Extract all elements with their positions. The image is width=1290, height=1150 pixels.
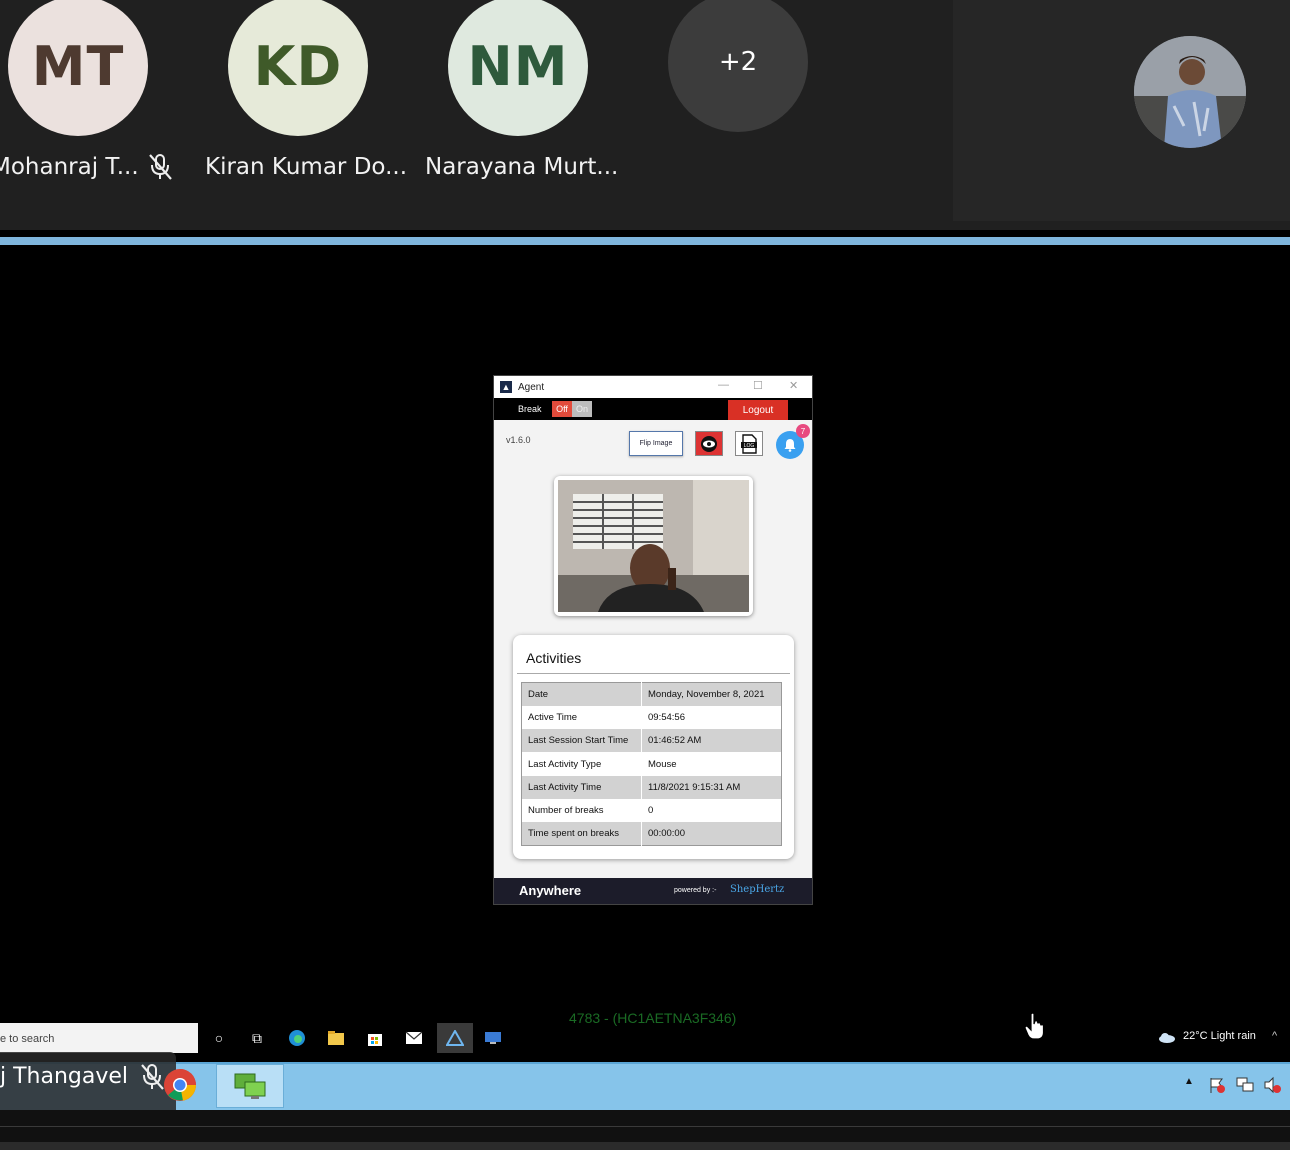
activities-table: Date Monday, November 8, 2021 Active Time… [521,682,782,847]
table-row: Last Session Start Time 01:46:52 AM [521,729,782,753]
divider [517,673,790,674]
agent-titlebar: ▲ Agent — ☐ ✕ [494,376,812,398]
webcam-preview [554,476,753,616]
hand-cursor-icon [1024,1012,1045,1040]
self-video-tile[interactable] [953,0,1290,221]
task-view-icon[interactable]: ⧉ [246,1027,268,1049]
log-button[interactable]: LOG [735,431,763,456]
company-name: ShepHertz [730,884,785,895]
version-label: v1.6.0 [506,435,531,445]
presenter-name: j Thangavel [0,1064,129,1089]
svg-text:LOG: LOG [744,443,755,449]
webcam-image [558,480,749,612]
bottom-bar [0,1142,1290,1150]
activity-key: Time spent on breaks [521,822,642,846]
activity-key: Number of breaks [521,798,642,823]
eye-button[interactable] [695,431,723,456]
maximize-icon[interactable]: ☐ [753,379,763,392]
remote-desktop-icon[interactable] [482,1027,504,1049]
participant-strip: MT Mohanraj T... KD Kiran Kumar Do... NM… [0,0,1290,230]
chevron-up-icon[interactable]: ^ [1272,1030,1277,1042]
activity-value: 09:54:56 [641,705,782,730]
weather-text[interactable]: 22°C Light rain [1183,1030,1256,1042]
window-title: Agent [518,381,545,393]
table-row: Active Time 09:54:56 [521,705,782,730]
flip-image-button[interactable]: Flip Image [629,431,683,456]
logout-button[interactable]: Logout [728,400,788,420]
remote-desktop-taskbar-button[interactable] [216,1064,284,1108]
agent-window: ▲ Agent — ☐ ✕ Break Off On Logout v1.6.0… [493,375,813,905]
avatar: MT [8,0,148,136]
table-row: Date Monday, November 8, 2021 [521,682,782,706]
self-avatar-photo [1134,36,1246,148]
minimize-icon[interactable]: — [718,379,729,391]
flag-alert-icon[interactable] [1208,1076,1226,1094]
agent-app-icon[interactable] [437,1023,473,1053]
store-icon[interactable] [364,1027,386,1049]
network-icon[interactable] [1236,1076,1254,1094]
participant-tile[interactable]: MT Mohanraj T... [0,0,220,230]
edge-icon[interactable] [286,1027,308,1049]
participant-name: Narayana Murt... [425,154,619,180]
screen-share-border [0,237,1290,245]
volume-muted-icon[interactable] [1263,1076,1281,1094]
eye-icon [701,435,717,452]
mail-icon[interactable] [403,1027,425,1049]
mic-off-icon [149,154,172,180]
cortana-icon[interactable]: ○ [208,1027,230,1049]
file-explorer-icon[interactable] [325,1027,347,1049]
toggle-on[interactable]: On [572,401,592,417]
activity-key: Active Time [521,705,642,730]
participant-name: Kiran Kumar Do... [205,154,408,180]
anywhere-logo-icon: ▲ [500,381,512,393]
break-toggle[interactable]: Off On [552,401,592,417]
remote-desktop-icon [234,1073,266,1099]
chrome-icon[interactable] [163,1068,197,1102]
screen: MT Mohanraj T... KD Kiran Kumar Do... NM… [0,0,1290,1150]
break-label: Break [518,404,542,414]
activity-key: Last Session Start Time [521,729,642,753]
activity-value: Mouse [641,752,782,776]
avatar: KD [228,0,368,136]
tray-expand-icon[interactable]: ▲ [1184,1076,1194,1087]
activities-title: Activities [526,650,582,666]
log-file-icon: LOG [741,433,757,454]
table-row: Last Activity Type Mouse [521,752,782,776]
cloud-icon [1159,1033,1175,1043]
activity-value: Monday, November 8, 2021 [641,682,782,706]
activity-key: Date [521,682,642,706]
more-participants-button[interactable]: +2 [668,0,808,132]
participant-tile[interactable]: NM Narayana Murt... [425,0,660,230]
activity-value: 00:00:00 [641,822,782,846]
table-row: Time spent on breaks 00:00:00 [521,822,782,846]
remote-machine-id: 4783 - (HC1AETNA3F346) [569,1010,737,1026]
search-input[interactable]: e to search [0,1023,198,1053]
break-bar: Break Off On Logout [494,398,812,420]
activity-value: 0 [641,798,782,823]
powered-by-label: powered by :- [674,887,717,894]
toggle-off[interactable]: Off [552,401,572,417]
notification-badge: 7 [796,424,810,438]
table-row: Last Activity Time 11/8/2021 9:15:31 AM [521,775,782,799]
bell-icon [784,439,796,452]
avatar: NM [448,0,588,136]
activity-key: Last Activity Time [521,775,642,799]
remote-taskbar-icons: ○ ⧉ [200,1023,520,1053]
activity-value: 11/8/2021 9:15:31 AM [641,775,782,799]
activity-value: 01:46:52 AM [641,729,782,753]
table-row: Number of breaks 0 [521,798,782,823]
activities-card: Activities Date Monday, November 8, 2021 … [513,635,794,859]
participant-tile[interactable]: KD Kiran Kumar Do... [205,0,440,230]
divider [0,1126,1290,1127]
agent-footer: Anywhere powered by :- ShepHertz [494,878,812,904]
close-icon[interactable]: ✕ [789,379,798,392]
brand-name: Anywhere [519,883,582,898]
activity-key: Last Activity Type [521,752,642,776]
participant-name: Mohanraj T... [0,154,139,180]
